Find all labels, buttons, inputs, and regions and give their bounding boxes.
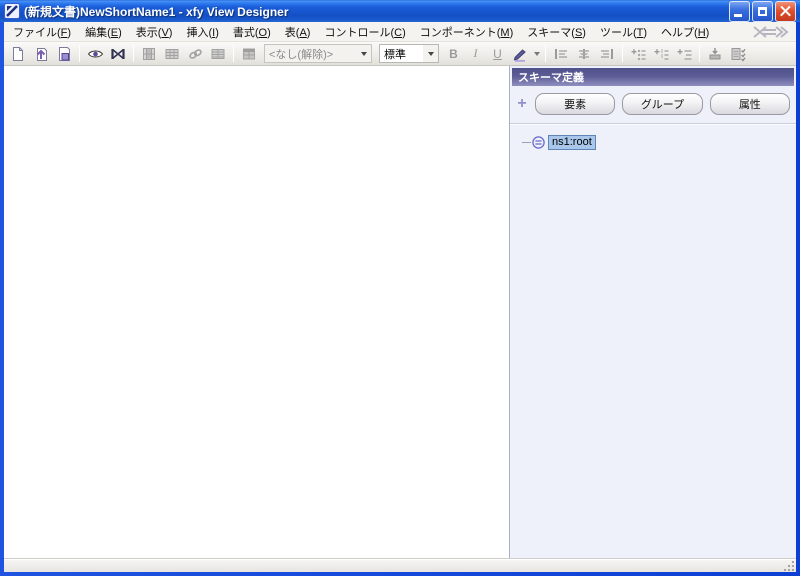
menu-bar: ファイル(F) 編集(E) 表示(V) 挿入(I) 書式(O) 表(A) コント… bbox=[4, 22, 796, 42]
add-icon[interactable]: + bbox=[516, 96, 528, 112]
toolbar-separator bbox=[545, 45, 546, 62]
component-x-icon bbox=[111, 48, 125, 59]
table-icon bbox=[165, 48, 179, 59]
link-button[interactable] bbox=[184, 44, 206, 64]
element-button[interactable]: 要素 bbox=[535, 93, 616, 115]
merge-cells-icon bbox=[211, 48, 225, 59]
maximize-button[interactable] bbox=[752, 0, 773, 22]
close-button[interactable] bbox=[775, 0, 796, 22]
component-mode-button[interactable] bbox=[107, 44, 129, 64]
menu-insert[interactable]: 挿入(I) bbox=[179, 22, 225, 42]
toolbar-separator bbox=[233, 45, 234, 62]
app-icon bbox=[4, 3, 20, 19]
insert-component-icon bbox=[143, 47, 155, 60]
new-document-icon bbox=[13, 46, 23, 61]
insert-component-button[interactable] bbox=[138, 44, 160, 64]
table-dark-icon bbox=[243, 48, 255, 59]
insert-bar-icon bbox=[709, 47, 721, 59]
open-icon bbox=[36, 47, 47, 61]
menu-view[interactable]: 表示(V) bbox=[129, 22, 180, 42]
toolbar-separator bbox=[622, 45, 623, 62]
add-definition-list-button[interactable] bbox=[673, 44, 695, 64]
align-left-icon bbox=[555, 48, 567, 59]
toolbar-separator bbox=[699, 45, 700, 62]
window-title: (新規文書)NewShortName1 - xfy View Designer bbox=[24, 4, 289, 19]
toolbar-separator bbox=[79, 45, 80, 62]
checklist-icon bbox=[731, 47, 746, 62]
style-combo[interactable]: 標準 bbox=[379, 44, 439, 63]
component-combo[interactable]: <なし(解除)> bbox=[264, 44, 372, 63]
preview-button[interactable] bbox=[84, 44, 106, 64]
tree-item-label: ns1:root bbox=[548, 134, 596, 150]
add-numbered-list-icon bbox=[654, 48, 668, 60]
link-icon bbox=[188, 48, 202, 59]
add-bullet-list-icon bbox=[631, 48, 645, 60]
preview-eye-icon bbox=[87, 50, 103, 57]
menu-file[interactable]: ファイル(F) bbox=[6, 22, 78, 42]
menu-control[interactable]: コントロール(C) bbox=[317, 22, 412, 42]
dropdown-arrow-icon[interactable] bbox=[356, 45, 371, 62]
component-combo-value: <なし(解除)> bbox=[269, 48, 334, 61]
add-numbered-list-button[interactable] bbox=[650, 44, 672, 64]
insert-block-button[interactable] bbox=[704, 44, 726, 64]
underline-button[interactable]: U bbox=[487, 44, 508, 64]
resize-grip[interactable] bbox=[783, 560, 795, 572]
close-icon bbox=[776, 2, 795, 21]
add-bullet-list-button[interactable] bbox=[627, 44, 649, 64]
highlight-pen-icon bbox=[513, 48, 526, 62]
menu-edit[interactable]: 編集(E) bbox=[78, 22, 129, 42]
toolbar: <なし(解除)> 標準 B I U bbox=[4, 42, 796, 66]
title-bar[interactable]: (新規文書)NewShortName1 - xfy View Designer bbox=[0, 0, 800, 22]
align-left-button[interactable] bbox=[550, 44, 572, 64]
align-right-icon bbox=[601, 48, 613, 59]
toolbar-separator bbox=[133, 45, 134, 62]
bold-button[interactable]: B bbox=[443, 44, 464, 64]
document-canvas[interactable] bbox=[4, 66, 509, 558]
style-combo-value: 標準 bbox=[380, 45, 423, 62]
group-button[interactable]: グループ bbox=[622, 93, 703, 115]
new-document-button[interactable] bbox=[7, 44, 29, 64]
element-tree-icon bbox=[532, 135, 545, 149]
table-properties-button[interactable] bbox=[238, 44, 260, 64]
app-window: (新規文書)NewShortName1 - xfy View Designer … bbox=[0, 0, 800, 576]
menu-tools[interactable]: ツール(T) bbox=[593, 22, 654, 42]
validate-button[interactable] bbox=[727, 44, 749, 64]
tree-branch-icon bbox=[522, 141, 531, 143]
highlight-pen-button[interactable] bbox=[509, 44, 531, 64]
paste-icon bbox=[59, 46, 70, 61]
table-button[interactable] bbox=[161, 44, 183, 64]
xfy-logo-icon bbox=[752, 25, 790, 39]
menu-component[interactable]: コンポーネント(M) bbox=[413, 22, 521, 42]
schema-panel: スキーマ定義 + 要素 グループ 属性 ns1:root bbox=[509, 66, 796, 558]
menu-schema[interactable]: スキーマ(S) bbox=[520, 22, 593, 42]
attribute-button[interactable]: 属性 bbox=[709, 93, 790, 115]
schema-panel-header: スキーマ定義 bbox=[512, 68, 794, 86]
minimize-button[interactable] bbox=[729, 0, 750, 22]
italic-button[interactable]: I bbox=[465, 44, 486, 64]
align-center-icon bbox=[579, 48, 589, 59]
pen-dropdown-arrow-icon[interactable] bbox=[532, 51, 541, 56]
open-button[interactable] bbox=[30, 44, 52, 64]
align-center-button[interactable] bbox=[573, 44, 595, 64]
main-content: スキーマ定義 + 要素 グループ 属性 ns1:root bbox=[4, 66, 796, 558]
schema-tree: ns1:root bbox=[510, 124, 796, 558]
status-bar bbox=[4, 558, 796, 572]
minimize-icon bbox=[734, 13, 742, 17]
merge-cells-button[interactable] bbox=[207, 44, 229, 64]
dropdown-arrow-icon[interactable] bbox=[423, 45, 438, 62]
menu-table[interactable]: 表(A) bbox=[278, 22, 318, 42]
tree-item-root[interactable]: ns1:root bbox=[522, 134, 796, 150]
add-list-icon bbox=[677, 48, 691, 60]
paste-button[interactable] bbox=[53, 44, 75, 64]
schema-panel-toolbar: + 要素 グループ 属性 bbox=[510, 86, 796, 124]
align-right-button[interactable] bbox=[596, 44, 618, 64]
maximize-icon bbox=[758, 6, 767, 16]
menu-help[interactable]: ヘルプ(H) bbox=[654, 22, 716, 42]
menu-format[interactable]: 書式(O) bbox=[226, 22, 278, 42]
